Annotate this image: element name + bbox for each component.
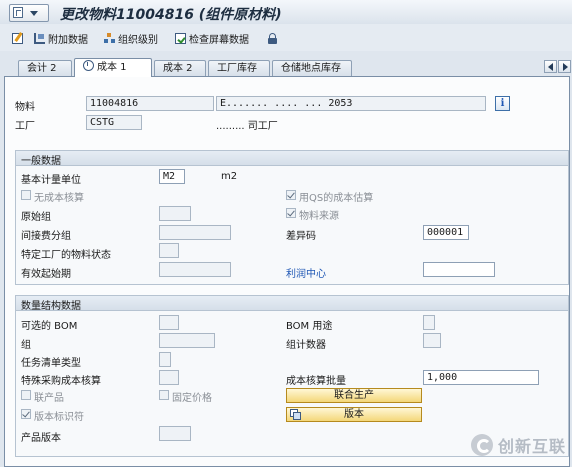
tab-storage-location-stock[interactable]: 仓储地点库存 — [272, 60, 352, 76]
with-qs-label: 用QS的成本估算 — [299, 193, 374, 204]
watermark-text: 创新互联 — [497, 437, 566, 456]
application-toolbar: 附加数据 组织级别 检查屏幕数据 — [0, 24, 572, 51]
overhead-group-field — [159, 225, 231, 240]
base-uom-label: 基本计量单位 — [21, 175, 81, 186]
check-icon — [175, 32, 186, 44]
base-uom-description: m2 — [221, 171, 238, 182]
material-description-field: E....... .... ... 2053 — [216, 96, 486, 111]
additional-data-label: 附加数据 — [48, 34, 88, 46]
origin-group-field — [159, 206, 191, 221]
origin-group-label: 原始组 — [21, 212, 51, 223]
group-header: 一般数据 — [16, 151, 568, 167]
fixed-price-label: 固定价格 — [172, 393, 212, 404]
version-indicator-checkbox[interactable] — [21, 409, 31, 419]
info-button[interactable]: i — [495, 96, 510, 111]
joint-production-label: 联合生产 — [334, 390, 374, 401]
special-procurement-field — [159, 370, 179, 385]
variance-key-label: 差异码 — [286, 231, 316, 242]
bom-usage-field — [423, 315, 435, 330]
lock-button[interactable] — [268, 31, 277, 45]
task-list-type-label: 任务清单类型 — [21, 358, 81, 369]
product-version-field — [159, 426, 191, 441]
version-button[interactable]: 版本 — [286, 407, 422, 422]
profit-center-label[interactable]: 利润中心 — [286, 265, 326, 280]
check-screen-data-button[interactable]: 检查屏幕数据 — [175, 31, 249, 46]
version-indicator-label: 版本标识符 — [34, 412, 84, 423]
tab-accounting-2[interactable]: 会计 2 — [18, 60, 72, 76]
no-costing-label: 无成本核算 — [34, 193, 84, 204]
tab-label: 成本 1 — [97, 62, 127, 73]
plant-field: CSTG — [86, 115, 142, 130]
lock-icon — [268, 32, 277, 44]
tab-label: 仓储地点库存 — [281, 63, 341, 74]
versions-icon — [290, 409, 301, 420]
check-screen-data-label: 检查屏幕数据 — [189, 34, 249, 46]
joint-production-button[interactable]: 联合生产 — [286, 388, 422, 403]
costing-lot-size-label: 成本核算批量 — [286, 376, 346, 387]
co-product-label: 联产品 — [34, 393, 64, 404]
special-procurement-label: 特殊采购成本核算 — [21, 376, 101, 387]
tab-scroll-left-button[interactable] — [544, 60, 557, 73]
with-qs-checkbox[interactable] — [286, 190, 296, 200]
window-title: 更改物料11004816 (组件原材料) — [60, 7, 282, 23]
tab-scroll-right-button[interactable] — [558, 60, 571, 73]
alt-bom-field — [159, 315, 179, 330]
tab-plant-stock[interactable]: 工厂库存 — [208, 60, 270, 76]
group-title: 数量结构数据 — [21, 301, 81, 312]
dropdown-arrow-icon — [30, 11, 38, 16]
valid-from-label: 有效起始期 — [21, 269, 71, 280]
plant-material-status-field — [159, 243, 179, 258]
group-header: 数量结构数据 — [16, 296, 568, 312]
tab-label: 成本 2 — [163, 63, 193, 74]
version-label: 版本 — [344, 409, 364, 420]
tab-content-panel: 物料 11004816 E....... .... ... 2053 i 工厂 … — [4, 76, 570, 467]
system-menu-button[interactable] — [9, 4, 49, 22]
task-list-type-field — [159, 352, 171, 367]
org-levels-label: 组织级别 — [118, 34, 158, 46]
additional-data-button[interactable]: 附加数据 — [34, 31, 88, 46]
co-product-checkbox[interactable] — [21, 390, 31, 400]
tab-costing-2[interactable]: 成本 2 — [154, 60, 206, 76]
tab-label: 会计 2 — [27, 63, 57, 74]
plant-material-status-label: 特定工厂的物料状态 — [21, 250, 111, 261]
tab-strip: 会计 2 成本 1 成本 2 工厂库存 仓储地点库存 — [0, 51, 572, 77]
variance-key-field[interactable]: 000001 — [423, 225, 469, 240]
clock-icon — [83, 60, 94, 71]
group-title: 一般数据 — [21, 156, 61, 167]
plant-label: 工厂 — [15, 121, 35, 132]
edit-icon — [12, 32, 23, 44]
edit-button[interactable] — [12, 31, 23, 45]
overhead-group-label: 间接费分组 — [21, 231, 71, 242]
profit-center-field[interactable] — [423, 262, 495, 277]
material-field: 11004816 — [86, 96, 214, 111]
product-version-label: 产品版本 — [21, 433, 61, 444]
costing-lot-size-field[interactable]: 1,000 — [423, 370, 539, 385]
watermark: 创新互联 — [470, 433, 566, 457]
group-counter-field — [423, 333, 441, 348]
no-costing-checkbox[interactable] — [21, 190, 31, 200]
title-bar: 更改物料11004816 (组件原材料) — [0, 0, 572, 25]
material-origin-checkbox[interactable] — [286, 208, 296, 218]
group-counter-label: 组计数器 — [286, 340, 326, 351]
document-icon — [13, 7, 23, 18]
group-field — [159, 333, 215, 348]
org-levels-icon — [104, 32, 115, 44]
fixed-price-checkbox[interactable] — [159, 390, 169, 400]
plant-description: ......... 司工厂 — [216, 121, 278, 132]
material-label: 物料 — [15, 102, 35, 113]
tab-label: 工厂库存 — [217, 63, 257, 74]
alt-bom-label: 可选的 BOM — [21, 321, 78, 332]
material-origin-label: 物料来源 — [299, 211, 339, 222]
additional-data-icon — [34, 32, 45, 44]
base-uom-field[interactable]: M2 — [159, 169, 185, 184]
group-label: 组 — [21, 340, 31, 351]
watermark-logo-icon — [470, 434, 493, 456]
valid-from-field — [159, 262, 231, 277]
bom-usage-label: BOM 用途 — [286, 321, 333, 332]
tab-costing-1[interactable]: 成本 1 — [74, 58, 152, 77]
general-data-group: 一般数据 基本计量单位 M2 m2 无成本核算 用QS的成本估算 原始组 物料来… — [15, 150, 569, 285]
org-levels-button[interactable]: 组织级别 — [104, 31, 158, 46]
